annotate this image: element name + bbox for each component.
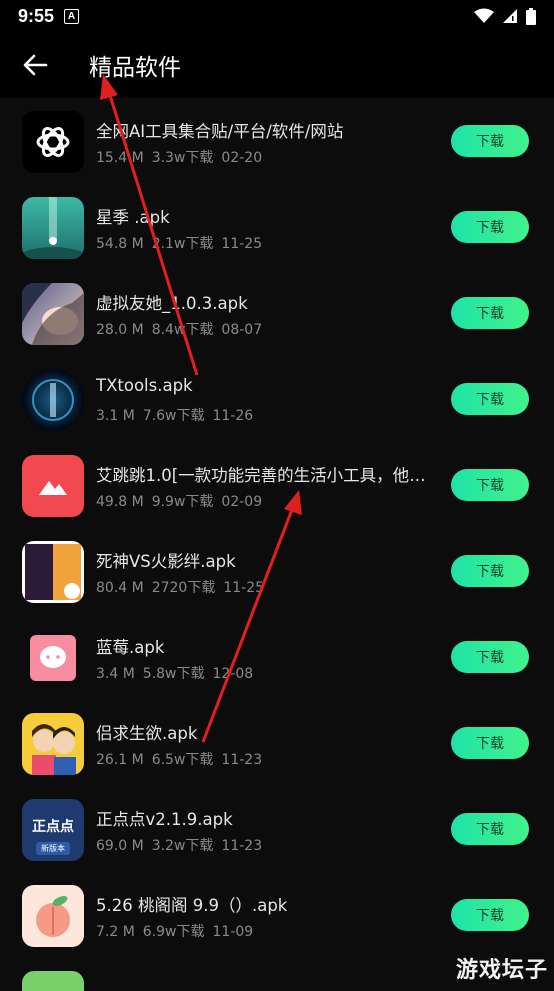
app-meta: 49.8 M 9.9w下载 02-09 (96, 491, 270, 511)
app-date: 11-23 (221, 838, 263, 854)
app-downloads: 2.1w下载 (151, 236, 214, 252)
download-button[interactable]: 下载 (451, 383, 529, 415)
app-name: TXtools.apk (96, 376, 193, 395)
list-item[interactable]: 正点点 新版本 正点点v2.1.9.apk 69.0 M 3.2w下载 11-23 … (0, 786, 554, 872)
signal-icon (503, 9, 517, 23)
download-button[interactable]: 下载 (451, 125, 529, 157)
app-name: 全网AI工具集合贴/平台/软件/网站 (96, 122, 344, 141)
app-date: 11-25 (223, 580, 265, 596)
download-button[interactable]: 下载 (451, 555, 529, 587)
app-meta: 15.4 M 3.3w下载 02-20 (96, 147, 270, 167)
app-meta: 26.1 M 6.5w下载 11-23 (96, 749, 270, 769)
app-name: 虚拟友她_1.0.3.apk (96, 294, 248, 313)
app-downloads: 6.5w下载 (151, 752, 214, 768)
app-size: 69.0 M (96, 838, 144, 854)
icon-label: 正点点 (32, 819, 74, 835)
list-item[interactable]: 全网AI工具集合贴/平台/软件/网站 15.4 M 3.3w下载 02-20 下载 (0, 98, 554, 184)
app-date: 08-07 (221, 322, 263, 338)
download-button[interactable]: 下载 (451, 727, 529, 759)
download-button[interactable]: 下载 (451, 211, 529, 243)
download-button[interactable]: 下载 (451, 297, 529, 329)
peach-icon (22, 885, 84, 947)
app-downloads: 8.4w下载 (151, 322, 214, 338)
app-downloads: 7.6w下载 (142, 408, 205, 424)
app-size: 54.8 M (96, 236, 144, 252)
download-button[interactable]: 下载 (451, 813, 529, 845)
app-meta: 7.2 M 6.9w下载 11-09 (96, 921, 261, 941)
app-date: 02-09 (221, 494, 263, 510)
wifi-icon (474, 8, 494, 23)
app-downloads: 3.2w下载 (151, 838, 214, 854)
list-item[interactable]: 艾跳跳1.0[一款功能完善的生活小工具，他… 49.8 M 9.9w下载 02-09… (0, 442, 554, 528)
chat-bubble-icon (22, 627, 84, 689)
battery-icon (526, 7, 536, 25)
zhengdiandian-icon: 正点点 新版本 (22, 799, 84, 861)
app-size: 7.2 M (96, 924, 135, 940)
app-downloads: 5.8w下载 (142, 666, 205, 682)
app-date: 02-20 (221, 150, 263, 166)
app-meta: 28.0 M 8.4w下载 08-07 (96, 319, 270, 339)
neon-tool-icon (22, 369, 84, 431)
download-button[interactable]: 下载 (451, 641, 529, 673)
app-meta: 54.8 M 2.1w下载 11-25 (96, 233, 270, 253)
app-date: 12-08 (212, 666, 254, 682)
app-name: 5.26 桃阁阁 9.9（）.apk (96, 896, 288, 915)
app-size: 15.4 M (96, 150, 144, 166)
list-item[interactable]: 5.26 桃阁阁 9.9（）.apk 7.2 M 6.9w下载 11-09 下载 (0, 872, 554, 958)
app-date: 11-25 (221, 236, 263, 252)
app-date: 11-09 (212, 924, 254, 940)
app-meta: 69.0 M 3.2w下载 11-23 (96, 835, 270, 855)
app-size: 3.1 M (96, 408, 135, 424)
openai-logo-icon (22, 111, 84, 173)
app-date: 11-23 (221, 752, 263, 768)
app-size: 28.0 M (96, 322, 144, 338)
app-bar: 精品软件 (0, 32, 554, 98)
app-date: 11-26 (212, 408, 254, 424)
app-name: 侣求生欲.apk (96, 724, 198, 743)
app-downloads: 9.9w下载 (151, 494, 214, 510)
app-downloads: 3.3w下载 (151, 150, 214, 166)
list-item[interactable]: 星季 .apk 54.8 M 2.1w下载 11-25 下载 (0, 184, 554, 270)
app-list: 全网AI工具集合贴/平台/软件/网站 15.4 M 3.3w下载 02-20 下载 … (0, 98, 554, 991)
back-arrow-icon[interactable] (20, 50, 50, 80)
list-item[interactable]: 死神VS火影绊.apk 80.4 M 2720下载 11-25 下载 (0, 528, 554, 614)
app-name: 星季 .apk (96, 208, 170, 227)
app-size: 3.4 M (96, 666, 135, 682)
status-bar: 9:55 A (0, 0, 554, 32)
couple-cartoon-icon (22, 713, 84, 775)
page-title: 精品软件 (89, 55, 181, 81)
starry-light-icon (22, 197, 84, 259)
girl-portrait-icon (22, 283, 84, 345)
app-downloads: 6.9w下载 (142, 924, 205, 940)
list-item[interactable]: 虚拟友她_1.0.3.apk 28.0 M 8.4w下载 08-07 下载 (0, 270, 554, 356)
list-item[interactable]: TXtools.apk 3.1 M 7.6w下载 11-26 下载 (0, 356, 554, 442)
download-button[interactable]: 下载 (451, 899, 529, 931)
download-button[interactable]: 下载 (451, 469, 529, 501)
app-meta: 3.4 M 5.8w下载 12-08 (96, 663, 261, 683)
app-icon-partial (22, 971, 84, 991)
app-downloads: 2720下载 (151, 580, 216, 596)
anime-fighters-icon (22, 541, 84, 603)
app-size: 80.4 M (96, 580, 144, 596)
watermark: 游戏坛子 (455, 958, 548, 983)
clock: 9:55 (18, 5, 55, 26)
icon-sub-label: 新版本 (36, 842, 70, 855)
app-size: 49.8 M (96, 494, 144, 510)
mountain-icon (22, 455, 84, 517)
list-item[interactable]: 侣求生欲.apk 26.1 M 6.5w下载 11-23 下载 (0, 700, 554, 786)
app-name: 正点点v2.1.9.apk (96, 810, 233, 829)
list-item[interactable]: 蓝莓.apk 3.4 M 5.8w下载 12-08 下载 (0, 614, 554, 700)
app-name: 死神VS火影绊.apk (96, 552, 236, 571)
app-size: 26.1 M (96, 752, 144, 768)
app-meta: 3.1 M 7.6w下载 11-26 (96, 405, 261, 425)
app-name: 艾跳跳1.0[一款功能完善的生活小工具，他… (96, 466, 426, 485)
app-meta: 80.4 M 2720下载 11-25 (96, 577, 272, 597)
notification-icon: A (64, 8, 80, 24)
app-name: 蓝莓.apk (96, 638, 165, 657)
